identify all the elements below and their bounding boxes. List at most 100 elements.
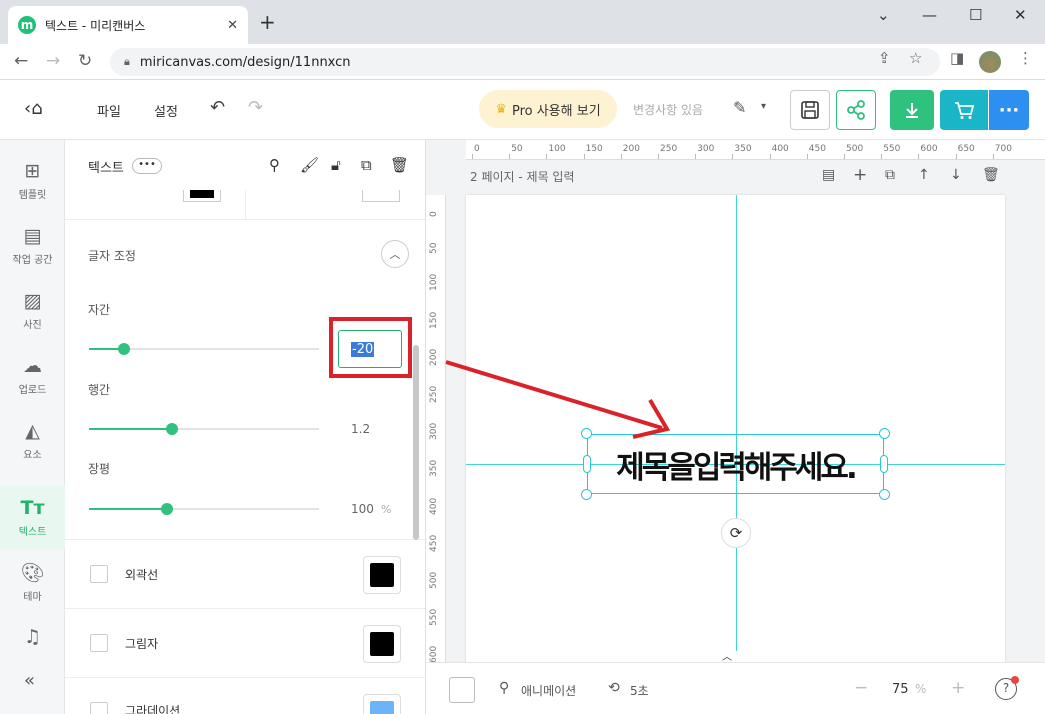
redo-icon[interactable]: ↷	[248, 97, 263, 118]
print-order-button[interactable]	[940, 90, 988, 130]
outline-checkbox[interactable]	[90, 565, 108, 583]
history-clock-icon[interactable]: ⟲	[608, 680, 620, 696]
letter-spacing-slider[interactable]	[89, 343, 319, 355]
help-icon[interactable]: ?	[995, 676, 1019, 700]
collapse-panel-icon[interactable]: «	[24, 670, 35, 691]
undo-icon[interactable]: ↶	[210, 97, 225, 118]
zoom-in-icon[interactable]: +	[951, 678, 965, 698]
resize-handle-top-left[interactable]	[581, 428, 592, 439]
resize-handle-bottom-left[interactable]	[581, 489, 592, 500]
home-back-icon[interactable]: ‹⌂	[24, 98, 43, 119]
chevron-up-icon[interactable]: ︿	[381, 240, 409, 268]
page-background-swatch[interactable]	[449, 677, 475, 703]
ruler-tick-label: 100	[548, 144, 566, 154]
animation-button[interactable]: 애니메이션	[521, 682, 576, 699]
maximize-icon[interactable]: ☐	[969, 6, 982, 24]
download-button[interactable]	[890, 90, 934, 130]
resize-handle-right[interactable]	[880, 455, 888, 473]
slider-knob[interactable]	[117, 343, 130, 355]
forward-arrow-icon[interactable]: →	[46, 51, 60, 71]
ruler-tick-label: 0	[429, 211, 439, 217]
back-arrow-icon[interactable]: ←	[14, 51, 28, 71]
chevron-up-icon[interactable]: ︿	[695, 651, 759, 662]
lock-icon: 🔒︎	[124, 55, 130, 68]
ruler-tick-label: 200	[429, 348, 439, 366]
resize-handle-bottom-right[interactable]	[879, 489, 890, 500]
browser-menu-icon[interactable]: ⋮	[1018, 49, 1033, 67]
shadow-checkbox[interactable]	[90, 634, 108, 652]
zoom-value[interactable]: 75	[892, 682, 909, 697]
rail-label: 텍스트	[18, 526, 47, 538]
title-text[interactable]: 제목을입력해주세요.	[616, 442, 857, 487]
panel-scrollbar[interactable]	[413, 345, 419, 540]
minimize-icon[interactable]: —	[922, 6, 937, 24]
rail-item-upload[interactable]: ☁ 업로드	[0, 343, 65, 407]
url-field[interactable]: 🔒︎ miricanvas.com/design/11nnxcn	[110, 48, 940, 76]
letter-spacing-label: 자간	[88, 303, 111, 317]
outline-color-swatch[interactable]	[363, 556, 401, 594]
ruler-tick	[918, 154, 920, 159]
gradient-color-swatch[interactable]	[363, 694, 401, 714]
rail-item-music[interactable]: ♫	[0, 605, 65, 669]
ruler-tick-label: 700	[994, 144, 1012, 154]
resize-handle-left[interactable]	[583, 455, 591, 473]
line-height-label: 행간	[88, 383, 111, 397]
delete-page-icon[interactable]: 🗑︎	[982, 167, 1000, 183]
slider-knob[interactable]	[161, 503, 174, 515]
share-page-icon[interactable]: ⇪	[878, 49, 891, 67]
save-button[interactable]	[790, 90, 830, 130]
profile-avatar[interactable]	[979, 51, 1001, 73]
background-color-swatch[interactable]	[362, 190, 400, 202]
rail-item-text[interactable]: Tт 텍스트	[0, 485, 65, 549]
rail-item-workspace[interactable]: ▤ 작업 공간	[0, 213, 65, 277]
chevron-down-icon[interactable]: ▾	[761, 101, 766, 112]
pro-trial-button[interactable]: ♛ Pro 사용해 보기	[479, 90, 617, 128]
width-scale-value[interactable]: 100	[351, 502, 374, 516]
format-paint-icon[interactable]: ⚲	[269, 156, 280, 174]
more-options-button[interactable]: ···	[989, 90, 1029, 130]
reload-icon[interactable]: ↻	[78, 51, 92, 71]
zoom-out-icon[interactable]: −	[854, 678, 868, 698]
tab-close-icon[interactable]: ✕	[227, 18, 238, 33]
gradient-checkbox[interactable]	[90, 702, 108, 714]
menu-settings[interactable]: 설정	[154, 101, 178, 120]
shadow-color-swatch[interactable]	[363, 625, 401, 663]
rail-item-templates[interactable]: ⊞ 템플릿	[0, 148, 65, 212]
slider-knob[interactable]	[165, 423, 178, 435]
archive-icon: ▤	[23, 224, 42, 247]
copy-page-icon[interactable]: ⧉	[885, 167, 895, 183]
rail-item-elements[interactable]: ◭ 요소	[0, 408, 65, 472]
panel-more-icon[interactable]: •••	[132, 158, 162, 174]
cart-icon	[955, 102, 975, 119]
pen-icon[interactable]: ✎	[733, 98, 746, 117]
width-scale-slider[interactable]	[89, 503, 319, 515]
photo-icon: ▨	[23, 289, 42, 312]
page-memo-icon[interactable]: ▤	[822, 167, 835, 183]
new-tab-icon[interactable]: +	[259, 12, 276, 32]
rotate-icon[interactable]: ⟳	[721, 518, 751, 548]
window-close-icon[interactable]: ✕	[1014, 6, 1027, 24]
menu-file[interactable]: 파일	[97, 101, 121, 120]
duplicate-icon[interactable]: ⧉	[361, 156, 372, 174]
move-page-up-icon[interactable]: ↑	[918, 167, 930, 183]
add-page-icon[interactable]: +	[853, 165, 867, 185]
ruler-tick-label: 650	[957, 144, 975, 154]
animation-icon[interactable]: ⚲	[499, 680, 509, 696]
move-page-down-icon[interactable]: ↓	[950, 167, 962, 183]
text-color-swatch[interactable]	[183, 190, 221, 202]
bookmark-star-icon[interactable]: ☆	[909, 49, 922, 67]
browser-tab[interactable]: m 텍스트 - 미리캔버스 ✕	[8, 6, 248, 44]
line-height-slider[interactable]	[89, 423, 319, 435]
side-panel-icon[interactable]: ◨	[950, 49, 964, 67]
style-brush-icon[interactable]: 🖌︎	[300, 156, 319, 174]
trash-icon[interactable]: 🗑︎	[390, 156, 409, 174]
selected-text-element[interactable]: 제목을입력해주세요.	[581, 428, 890, 500]
page-duration[interactable]: 5초	[630, 682, 649, 699]
resize-handle-top-right[interactable]	[879, 428, 890, 439]
share-button[interactable]	[836, 90, 876, 130]
tab-search-chevron-icon[interactable]: ⌄	[877, 6, 890, 24]
rail-item-photos[interactable]: ▨ 사진	[0, 278, 65, 342]
line-height-value[interactable]: 1.2	[351, 422, 370, 436]
unlock-icon[interactable]: 🔓︎	[331, 156, 341, 174]
crown-icon: ♛	[495, 101, 507, 117]
